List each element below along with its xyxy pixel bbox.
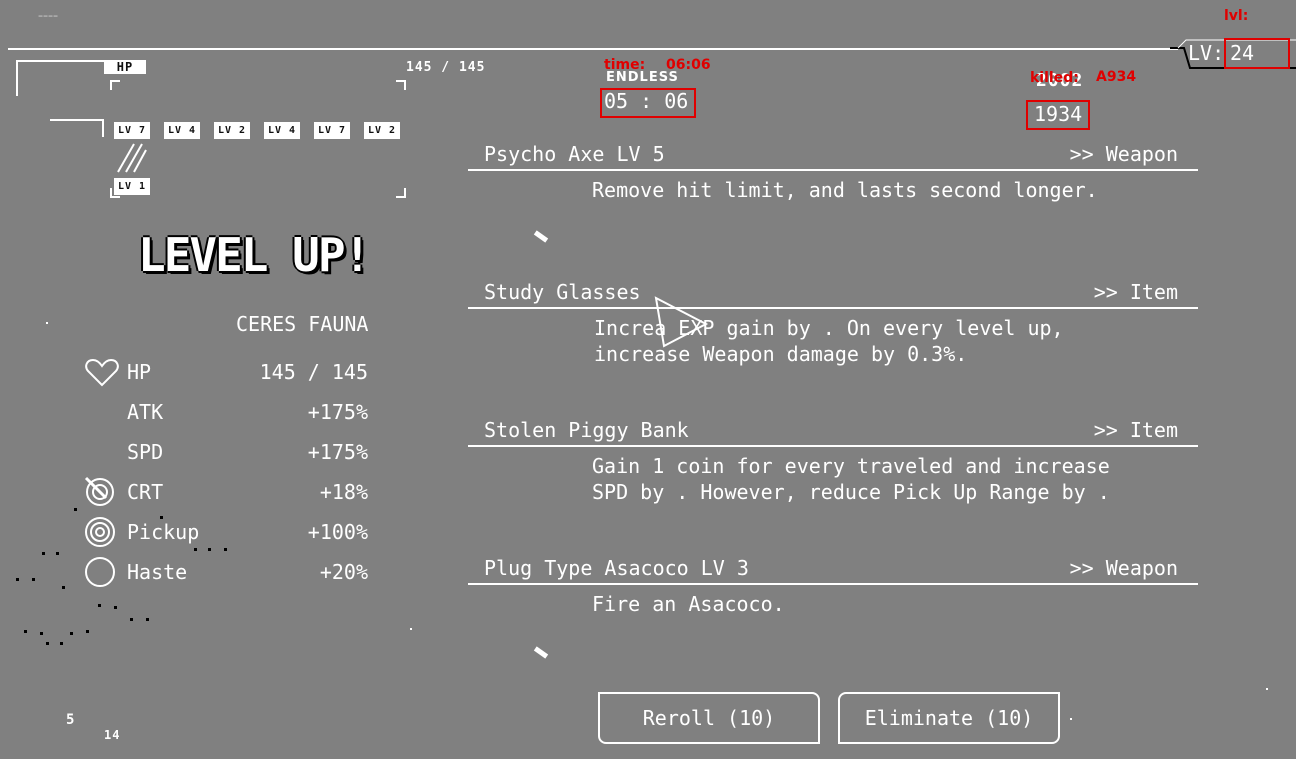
debris-dot xyxy=(160,516,163,519)
stat-crt-value: +18% xyxy=(319,480,368,504)
projectile-sprite xyxy=(533,646,549,659)
sparkle-dot xyxy=(1266,688,1268,690)
level-debug-label: lvl: xyxy=(1224,8,1249,24)
bottom-counter-b: 14 xyxy=(104,728,121,742)
stat-haste-value: +20% xyxy=(319,560,368,584)
weapon-slot-3-level: LV 2 xyxy=(214,122,251,139)
debris-dot xyxy=(114,606,117,609)
card-description: Remove hit limit, and lasts second longe… xyxy=(592,178,1098,202)
pickup-icon xyxy=(85,517,115,547)
upgrade-card-3[interactable]: Stolen Piggy Bank >> Item Gain 1 coin fo… xyxy=(468,416,1198,516)
debris-dot xyxy=(224,548,227,551)
debris-dot xyxy=(56,552,59,555)
upgrade-card-4[interactable]: Plug Type Asacoco LV 3 >> Weapon Fire an… xyxy=(468,554,1198,624)
debris-dot xyxy=(32,578,35,581)
inventory-corner-tr xyxy=(396,80,406,90)
kill-count: 1934 xyxy=(1034,102,1083,126)
inventory-corner-tl xyxy=(110,80,120,90)
heart-icon xyxy=(85,358,119,387)
debris-dot xyxy=(146,618,149,621)
card-description-line-2: SPD by . However, reduce Pick Up Range b… xyxy=(592,480,1110,504)
stat-atk-label: ATK xyxy=(127,400,164,424)
hp-panel-frame xyxy=(16,60,106,96)
weapon-slot-2-level: LV 4 xyxy=(164,122,201,139)
debris-dot xyxy=(208,548,211,551)
bottom-counter-a: 5 xyxy=(66,712,76,728)
debris-dot xyxy=(46,642,49,645)
card-divider xyxy=(468,169,1198,171)
card-divider xyxy=(468,307,1198,309)
sparkle-dot xyxy=(46,322,48,324)
debris-dot xyxy=(130,618,133,621)
kill-debug-value: A934 xyxy=(1096,69,1137,85)
debris-dot xyxy=(40,632,43,635)
crt-icon xyxy=(84,476,114,506)
level-up-banner: LEVEL UP! xyxy=(138,228,371,282)
timer-clock: 05 : 06 xyxy=(604,89,689,113)
debris-dot xyxy=(194,548,197,551)
corner-text: ｰｰｰｰ xyxy=(38,12,58,23)
card-title: Plug Type Asacoco LV 3 xyxy=(484,556,749,580)
reroll-button[interactable]: Reroll (10) xyxy=(598,692,820,744)
debris-dot xyxy=(60,642,63,645)
debris-dot xyxy=(70,632,73,635)
inventory-divider xyxy=(50,119,104,137)
stat-spd-value: +175% xyxy=(307,440,368,464)
upgrade-card-1[interactable]: Psycho Axe LV 5 >> Weapon Remove hit lim… xyxy=(468,140,1198,210)
stat-atk-value: +175% xyxy=(307,400,368,424)
item-slot-icon xyxy=(117,143,147,173)
stat-pickup-value: +100% xyxy=(307,520,368,544)
hp-bar-label: HP xyxy=(104,60,146,74)
haste-icon xyxy=(85,557,115,587)
weapon-slot-1-level: LV 7 xyxy=(114,122,151,139)
stat-crt-label: CRT xyxy=(127,480,164,504)
debris-dot xyxy=(62,586,65,589)
selection-cursor-icon xyxy=(654,296,709,348)
weapon-slot-5-level: LV 7 xyxy=(314,122,351,139)
card-description-line-1: Gain 1 coin for every traveled and incre… xyxy=(592,454,1110,478)
card-divider xyxy=(468,583,1198,585)
card-type: >> Weapon xyxy=(1069,142,1178,166)
level-value: 24 xyxy=(1230,41,1255,65)
hp-bar-value: 145 / 145 xyxy=(406,60,486,75)
debris-dot xyxy=(24,630,27,633)
card-description-line-2: increase Weapon damage by 0.3%. xyxy=(594,342,968,366)
card-type: >> Item xyxy=(1093,280,1178,304)
card-title: Stolen Piggy Bank xyxy=(484,418,689,442)
stat-hp-label: HP xyxy=(127,360,152,384)
character-name: CERES FAUNA xyxy=(236,312,368,336)
card-type: >> Weapon xyxy=(1069,556,1178,580)
weapon-slot-6-level: LV 2 xyxy=(364,122,401,139)
upgrade-card-2[interactable]: Study Glasses >> Item Increa EXP gain by… xyxy=(468,278,1198,378)
stat-pickup-label: Pickup xyxy=(127,520,200,544)
inventory-corner-br xyxy=(396,188,406,198)
stat-haste-label: Haste xyxy=(127,560,188,584)
card-description: Fire an Asacoco. xyxy=(592,592,785,616)
kill-debug-label: killed: xyxy=(1030,70,1079,86)
card-divider xyxy=(468,445,1198,447)
card-title: Study Glasses xyxy=(484,280,641,304)
debris-dot xyxy=(42,552,45,555)
timer-mode: ENDLESS xyxy=(606,70,679,85)
debris-dot xyxy=(16,578,19,581)
item-slot-level: LV 1 xyxy=(114,178,151,195)
stat-hp-value: 145 / 145 xyxy=(259,360,368,384)
sparkle-dot xyxy=(410,628,412,630)
card-title: Psycho Axe LV 5 xyxy=(484,142,665,166)
stat-spd-label: SPD xyxy=(127,440,164,464)
sparkle-dot xyxy=(1070,718,1072,720)
debris-dot xyxy=(86,630,89,633)
card-type: >> Item xyxy=(1093,418,1178,442)
debris-dot xyxy=(98,604,101,607)
top-frame-line xyxy=(8,48,1178,50)
debris-dot xyxy=(74,508,77,511)
level-label: LV: xyxy=(1188,41,1225,65)
eliminate-button[interactable]: Eliminate (10) xyxy=(838,692,1060,744)
projectile-sprite xyxy=(533,230,549,243)
weapon-slot-4-level: LV 4 xyxy=(264,122,301,139)
